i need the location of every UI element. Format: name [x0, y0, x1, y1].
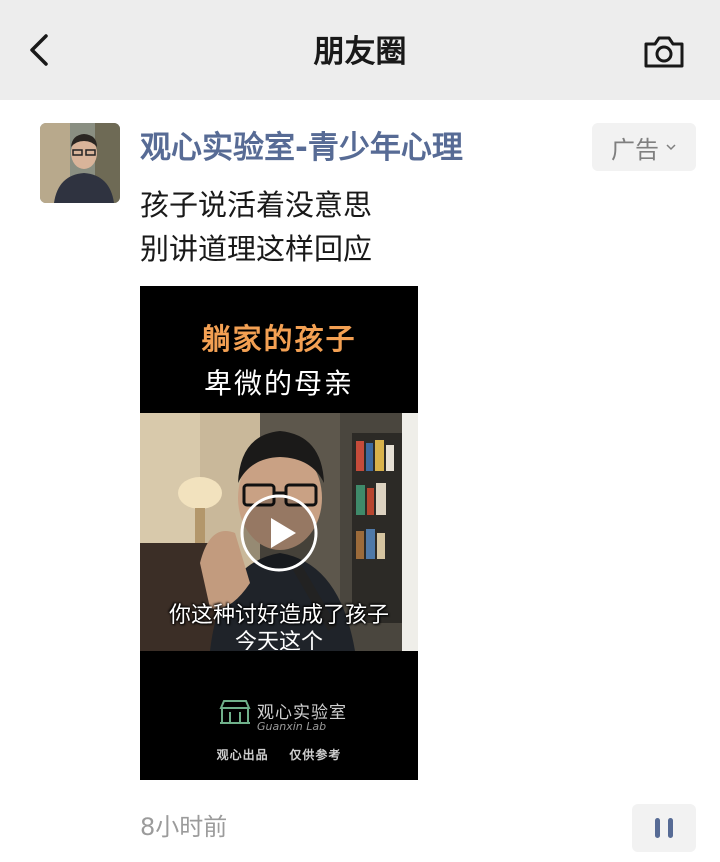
top-nav-bar: 朋友圈 — [0, 0, 720, 100]
more-actions-button[interactable] — [632, 804, 696, 852]
chevron-down-icon — [666, 144, 676, 151]
author-name-link[interactable]: 观心实验室-青少年心理 — [140, 126, 463, 170]
post-timestamp: 8小时前 — [140, 813, 228, 841]
video-subtitle: 你这种讨好造成了孩子 — [168, 603, 389, 628]
play-icon[interactable] — [240, 494, 318, 572]
camera-icon[interactable] — [640, 30, 688, 74]
video-credit: 观心出品 仅供参考 — [216, 748, 342, 762]
video-subtitle-partial: 今天这个 — [234, 630, 323, 650]
video-headline-2: 卑微的母亲 — [203, 367, 354, 400]
post-text-line: 孩子说活着没意思 — [140, 188, 373, 222]
author-avatar[interactable] — [40, 123, 120, 203]
post-text: 孩子说活着没意思 别讲道理这样回应 — [140, 183, 372, 271]
more-dots-icon — [655, 818, 673, 838]
ad-label: 广告 — [611, 135, 659, 164]
video-brand-name-en: Guanxin Lab — [257, 720, 327, 733]
video-thumbnail[interactable]: 躺家的孩子 卑微的母亲 你这种讨好造成了孩子 今天这个 观心实验室 Guanxi… — [140, 286, 418, 780]
post-text-line: 别讲道理这样回应 — [140, 232, 373, 266]
brand-logo-icon — [219, 700, 251, 724]
video-headline-1: 躺家的孩子 — [201, 322, 357, 356]
page-title: 朋友圈 — [313, 34, 407, 70]
ad-badge[interactable]: 广告 — [592, 123, 696, 171]
